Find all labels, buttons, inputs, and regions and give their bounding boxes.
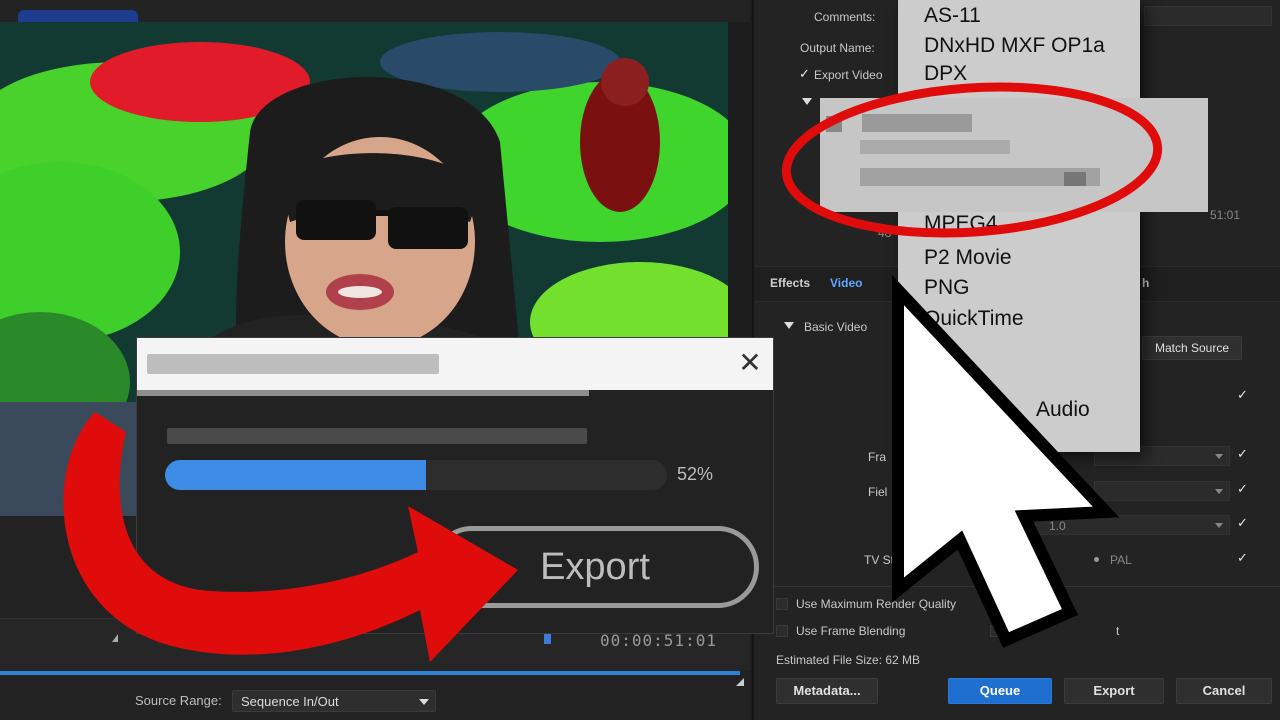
tv-standard-pal-radio[interactable] <box>1094 557 1099 562</box>
encoding-progress-bar <box>165 460 667 490</box>
in-point-marker[interactable] <box>112 634 118 642</box>
tv-standard-pal[interactable]: PAL <box>1110 553 1132 567</box>
playhead-marker[interactable] <box>544 634 551 644</box>
comments-label: Comments: <box>814 10 876 24</box>
chevron-down-icon <box>1215 489 1223 494</box>
source-range-value: Sequence In/Out <box>241 694 339 709</box>
frame-rate-label: Fra <box>868 450 886 464</box>
format-item[interactable]: DPX <box>924 62 967 86</box>
chevron-down-icon <box>1215 523 1223 528</box>
tv-standard-ntsc[interactable]: NTS <box>972 553 996 567</box>
aspect-label: A <box>898 519 907 533</box>
comments-field[interactable] <box>1144 6 1272 26</box>
import-label-tail: t <box>1116 624 1120 638</box>
export-button[interactable]: Export <box>1064 678 1164 704</box>
encoding-progress-fill <box>165 460 427 490</box>
frame-rate-checkbox[interactable]: ✓ <box>1236 447 1249 460</box>
censored-status-text <box>167 428 587 444</box>
aspect-checkbox[interactable]: ✓ <box>1236 516 1249 529</box>
cancel-button[interactable]: Cancel <box>1176 678 1272 704</box>
use-previews-checkbox[interactable] <box>990 598 1002 610</box>
field-order-label: Fiel <box>868 485 888 499</box>
source-range-label: Source Range: <box>135 693 222 708</box>
use-previews-label: Use P <box>1008 597 1041 611</box>
export-video-label: Export Video <box>814 68 883 82</box>
basic-video-disclosure-icon[interactable] <box>784 322 794 329</box>
basic-video-label: Basic Video <box>804 320 868 334</box>
preset-partial: 48 <box>878 226 892 240</box>
frame-blending-checkbox[interactable] <box>776 625 788 637</box>
disclosure-triangle-icon[interactable] <box>802 98 812 105</box>
format-item[interactable]: Audio <box>1036 398 1090 422</box>
divider <box>754 586 1280 587</box>
format-item[interactable]: QuickTime <box>924 307 1024 331</box>
output-name-label: Output Name: <box>800 41 875 55</box>
frame-blending-label: Use Frame Blending <box>796 624 906 638</box>
format-dropdown-list: AS-11 DNxHD MXF OP1a DPX MPEG4 P2 Movie … <box>898 0 1140 452</box>
tab-video[interactable]: Video <box>830 276 862 290</box>
chevron-down-icon <box>419 699 429 705</box>
field-order-checkbox[interactable]: ✓ <box>1236 482 1249 495</box>
tv-standard-label: TV Sta <box>864 553 901 567</box>
work-area-bar[interactable] <box>0 671 740 675</box>
tab-partial[interactable]: h <box>1142 276 1149 290</box>
match-source-button[interactable]: Match Source <box>1142 336 1242 360</box>
aspect-select[interactable]: 1.0 <box>1024 515 1230 535</box>
out-point-marker[interactable] <box>736 678 744 686</box>
censored-dialog-title <box>147 354 439 374</box>
field-order-select[interactable] <box>1094 481 1230 501</box>
dialog-export-button[interactable]: Export <box>431 526 759 608</box>
encoding-dialog: ✕ 52% Export <box>136 337 774 634</box>
max-render-quality-checkbox[interactable] <box>776 598 788 610</box>
dialog-title-divider <box>137 390 589 396</box>
source-range-dropdown[interactable]: Sequence In/Out <box>232 690 436 712</box>
import-checkbox[interactable] <box>990 625 1002 637</box>
queue-button[interactable]: Queue <box>948 678 1052 704</box>
max-render-quality-label: Use Maximum Render Quality <box>796 597 957 611</box>
tv-standard-checkbox[interactable]: ✓ <box>1236 551 1249 564</box>
checkbox-basic-1[interactable]: ✓ <box>1236 388 1249 401</box>
format-item[interactable]: DNxHD MXF OP1a <box>924 34 1105 58</box>
tab-effects[interactable]: Effects <box>770 276 810 290</box>
aspect-value: 1.0 <box>1049 519 1066 533</box>
import-label: Impo <box>1008 624 1035 638</box>
format-item[interactable]: PNG <box>924 276 970 300</box>
format-item[interactable]: AS-11 <box>924 4 981 28</box>
censored-format-item[interactable] <box>820 98 1208 212</box>
close-icon[interactable]: ✕ <box>735 348 765 378</box>
export-video-checkbox[interactable]: ✓ <box>798 67 811 80</box>
chevron-down-icon <box>1215 454 1223 459</box>
metadata-button[interactable]: Metadata... <box>776 678 878 704</box>
format-item[interactable]: MPEG4 <box>924 212 998 236</box>
monitor-tab[interactable] <box>18 10 138 22</box>
format-item[interactable]: P2 Movie <box>924 246 1012 270</box>
dialog-titlebar: ✕ <box>137 338 773 390</box>
progress-percent: 52% <box>677 464 714 484</box>
estimated-file-size: Estimated File Size: 62 MB <box>776 653 921 667</box>
duration-partial: 51:01 <box>1210 208 1241 222</box>
